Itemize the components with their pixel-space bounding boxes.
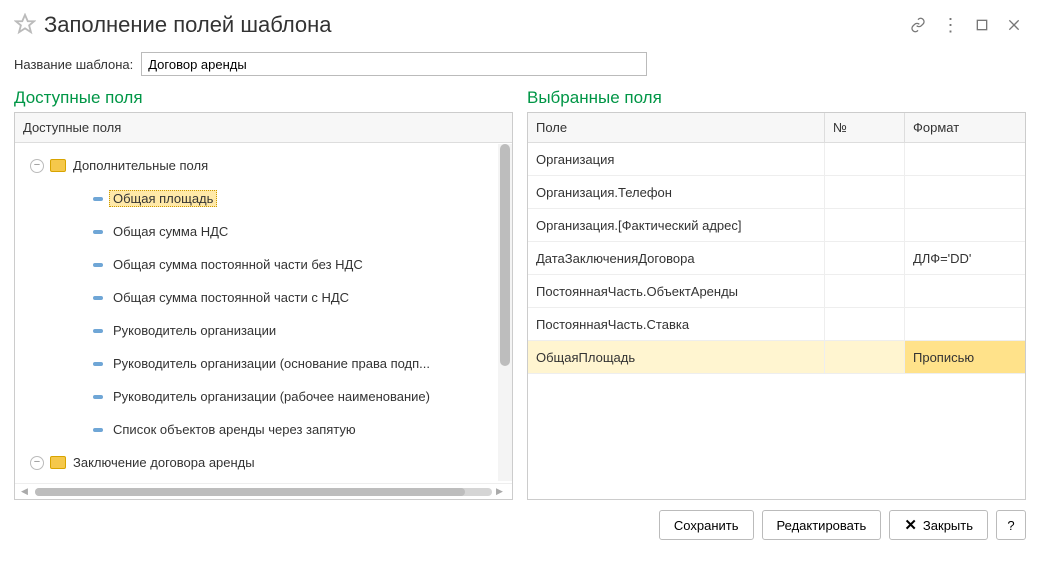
tree-item-label: Общая площадь xyxy=(109,190,217,207)
table-cell xyxy=(825,242,905,274)
window-title: Заполнение полей шаблона xyxy=(44,12,898,38)
tree-row[interactable]: Общая площадь xyxy=(19,182,512,215)
field-icon xyxy=(87,428,109,432)
table-cell xyxy=(905,308,1025,340)
table-cell xyxy=(905,143,1025,175)
table-row[interactable]: Организация xyxy=(528,143,1025,176)
table-cell: ПостояннаяЧасть.ОбъектАренды xyxy=(528,275,825,307)
selected-fields-header: Выбранные поля xyxy=(527,88,1026,108)
table-cell: Организация xyxy=(528,143,825,175)
link-icon[interactable] xyxy=(906,13,930,37)
table-cell: ПостояннаяЧасть.Ставка xyxy=(528,308,825,340)
folder-icon xyxy=(47,456,69,469)
selected-fields-table[interactable]: ОрганизацияОрганизация.ТелефонОрганизаци… xyxy=(528,143,1025,499)
close-button[interactable]: ✕Закрыть xyxy=(889,510,988,540)
more-menu-icon[interactable]: ⋮ xyxy=(938,13,962,37)
horizontal-scrollbar[interactable]: ◀▶ xyxy=(15,483,512,499)
close-window-icon[interactable] xyxy=(1002,13,1026,37)
help-button[interactable]: ? xyxy=(996,510,1026,540)
tree-row[interactable]: Список объектов аренды через запятую xyxy=(19,413,512,446)
tree-item-label: Дополнительные поля xyxy=(69,158,212,173)
tree-row[interactable]: Руководитель организации (основание прав… xyxy=(19,347,512,380)
table-cell: Организация.[Фактический адрес] xyxy=(528,209,825,241)
collapse-icon[interactable]: − xyxy=(30,456,44,470)
field-icon xyxy=(87,263,109,267)
tree-row[interactable]: Руководитель организации (рабочее наимен… xyxy=(19,380,512,413)
table-cell xyxy=(825,143,905,175)
tree-row[interactable]: − Дополнительные поля xyxy=(19,149,512,182)
vertical-scrollbar[interactable] xyxy=(498,144,512,481)
table-row[interactable]: ПостояннаяЧасть.ОбъектАренды xyxy=(528,275,1025,308)
col-format-header[interactable]: Формат xyxy=(905,113,1025,142)
field-icon xyxy=(87,197,109,201)
table-row[interactable]: Организация.[Фактический адрес] xyxy=(528,209,1025,242)
field-icon xyxy=(87,395,109,399)
tree-item-label: Руководитель организации (основание прав… xyxy=(109,356,434,371)
tree-item-label: Общая сумма постоянной части без НДС xyxy=(109,257,367,272)
field-icon xyxy=(87,329,109,333)
field-icon xyxy=(87,296,109,300)
maximize-icon[interactable] xyxy=(970,13,994,37)
tree-row[interactable]: Общая сумма постоянной части без НДС xyxy=(19,248,512,281)
tree-item-label: Список объектов аренды через запятую xyxy=(109,422,360,437)
tree-item-label: Общая сумма НДС xyxy=(109,224,232,239)
tree-item-label: Заключение договора аренды xyxy=(69,455,259,470)
table-row[interactable]: ПостояннаяЧасть.Ставка xyxy=(528,308,1025,341)
save-button[interactable]: Сохранить xyxy=(659,510,754,540)
favorite-star-icon[interactable] xyxy=(14,13,36,38)
table-cell: ОбщаяПлощадь xyxy=(528,341,825,373)
available-column-header[interactable]: Доступные поля xyxy=(15,113,512,142)
tree-item-label: Руководитель организации xyxy=(109,323,280,338)
tree-item-label: Руководитель организации (рабочее наимен… xyxy=(109,389,434,404)
available-fields-header: Доступные поля xyxy=(14,88,513,108)
close-icon: ✕ xyxy=(904,516,917,534)
template-name-label: Название шаблона: xyxy=(14,57,133,72)
table-cell xyxy=(905,176,1025,208)
col-field-header[interactable]: Поле xyxy=(528,113,825,142)
table-cell: Организация.Телефон xyxy=(528,176,825,208)
table-cell xyxy=(825,176,905,208)
table-cell xyxy=(825,341,905,373)
tree-row[interactable]: Руководитель организации xyxy=(19,314,512,347)
available-fields-tree[interactable]: − Дополнительные поля Общая площадь Общая с… xyxy=(15,143,512,483)
collapse-icon[interactable]: − xyxy=(30,159,44,173)
table-row[interactable]: ОбщаяПлощадь Прописью xyxy=(528,341,1025,374)
table-cell xyxy=(825,308,905,340)
table-cell xyxy=(905,209,1025,241)
field-icon xyxy=(87,230,109,234)
table-row[interactable]: Организация.Телефон xyxy=(528,176,1025,209)
template-name-input[interactable] xyxy=(141,52,647,76)
selected-fields-panel: Поле № Формат ОрганизацияОрганизация.Тел… xyxy=(527,112,1026,500)
edit-button[interactable]: Редактировать xyxy=(762,510,882,540)
table-cell: ДЛФ='DD' xyxy=(905,242,1025,274)
table-cell xyxy=(905,275,1025,307)
table-cell: ДатаЗаключенияДоговора xyxy=(528,242,825,274)
field-icon xyxy=(87,362,109,366)
tree-row[interactable]: − Заключение договора аренды xyxy=(19,446,512,479)
tree-row[interactable]: Общая сумма постоянной части с НДС xyxy=(19,281,512,314)
available-fields-panel: Доступные поля − Дополнительные поля Общая… xyxy=(14,112,513,500)
folder-icon xyxy=(47,159,69,172)
table-cell: Прописью xyxy=(905,341,1025,373)
tree-item-label: Общая сумма постоянной части с НДС xyxy=(109,290,353,305)
table-row[interactable]: ДатаЗаключенияДоговора ДЛФ='DD' xyxy=(528,242,1025,275)
table-cell xyxy=(825,275,905,307)
table-cell xyxy=(825,209,905,241)
tree-row[interactable]: Общая сумма НДС xyxy=(19,215,512,248)
col-num-header[interactable]: № xyxy=(825,113,905,142)
